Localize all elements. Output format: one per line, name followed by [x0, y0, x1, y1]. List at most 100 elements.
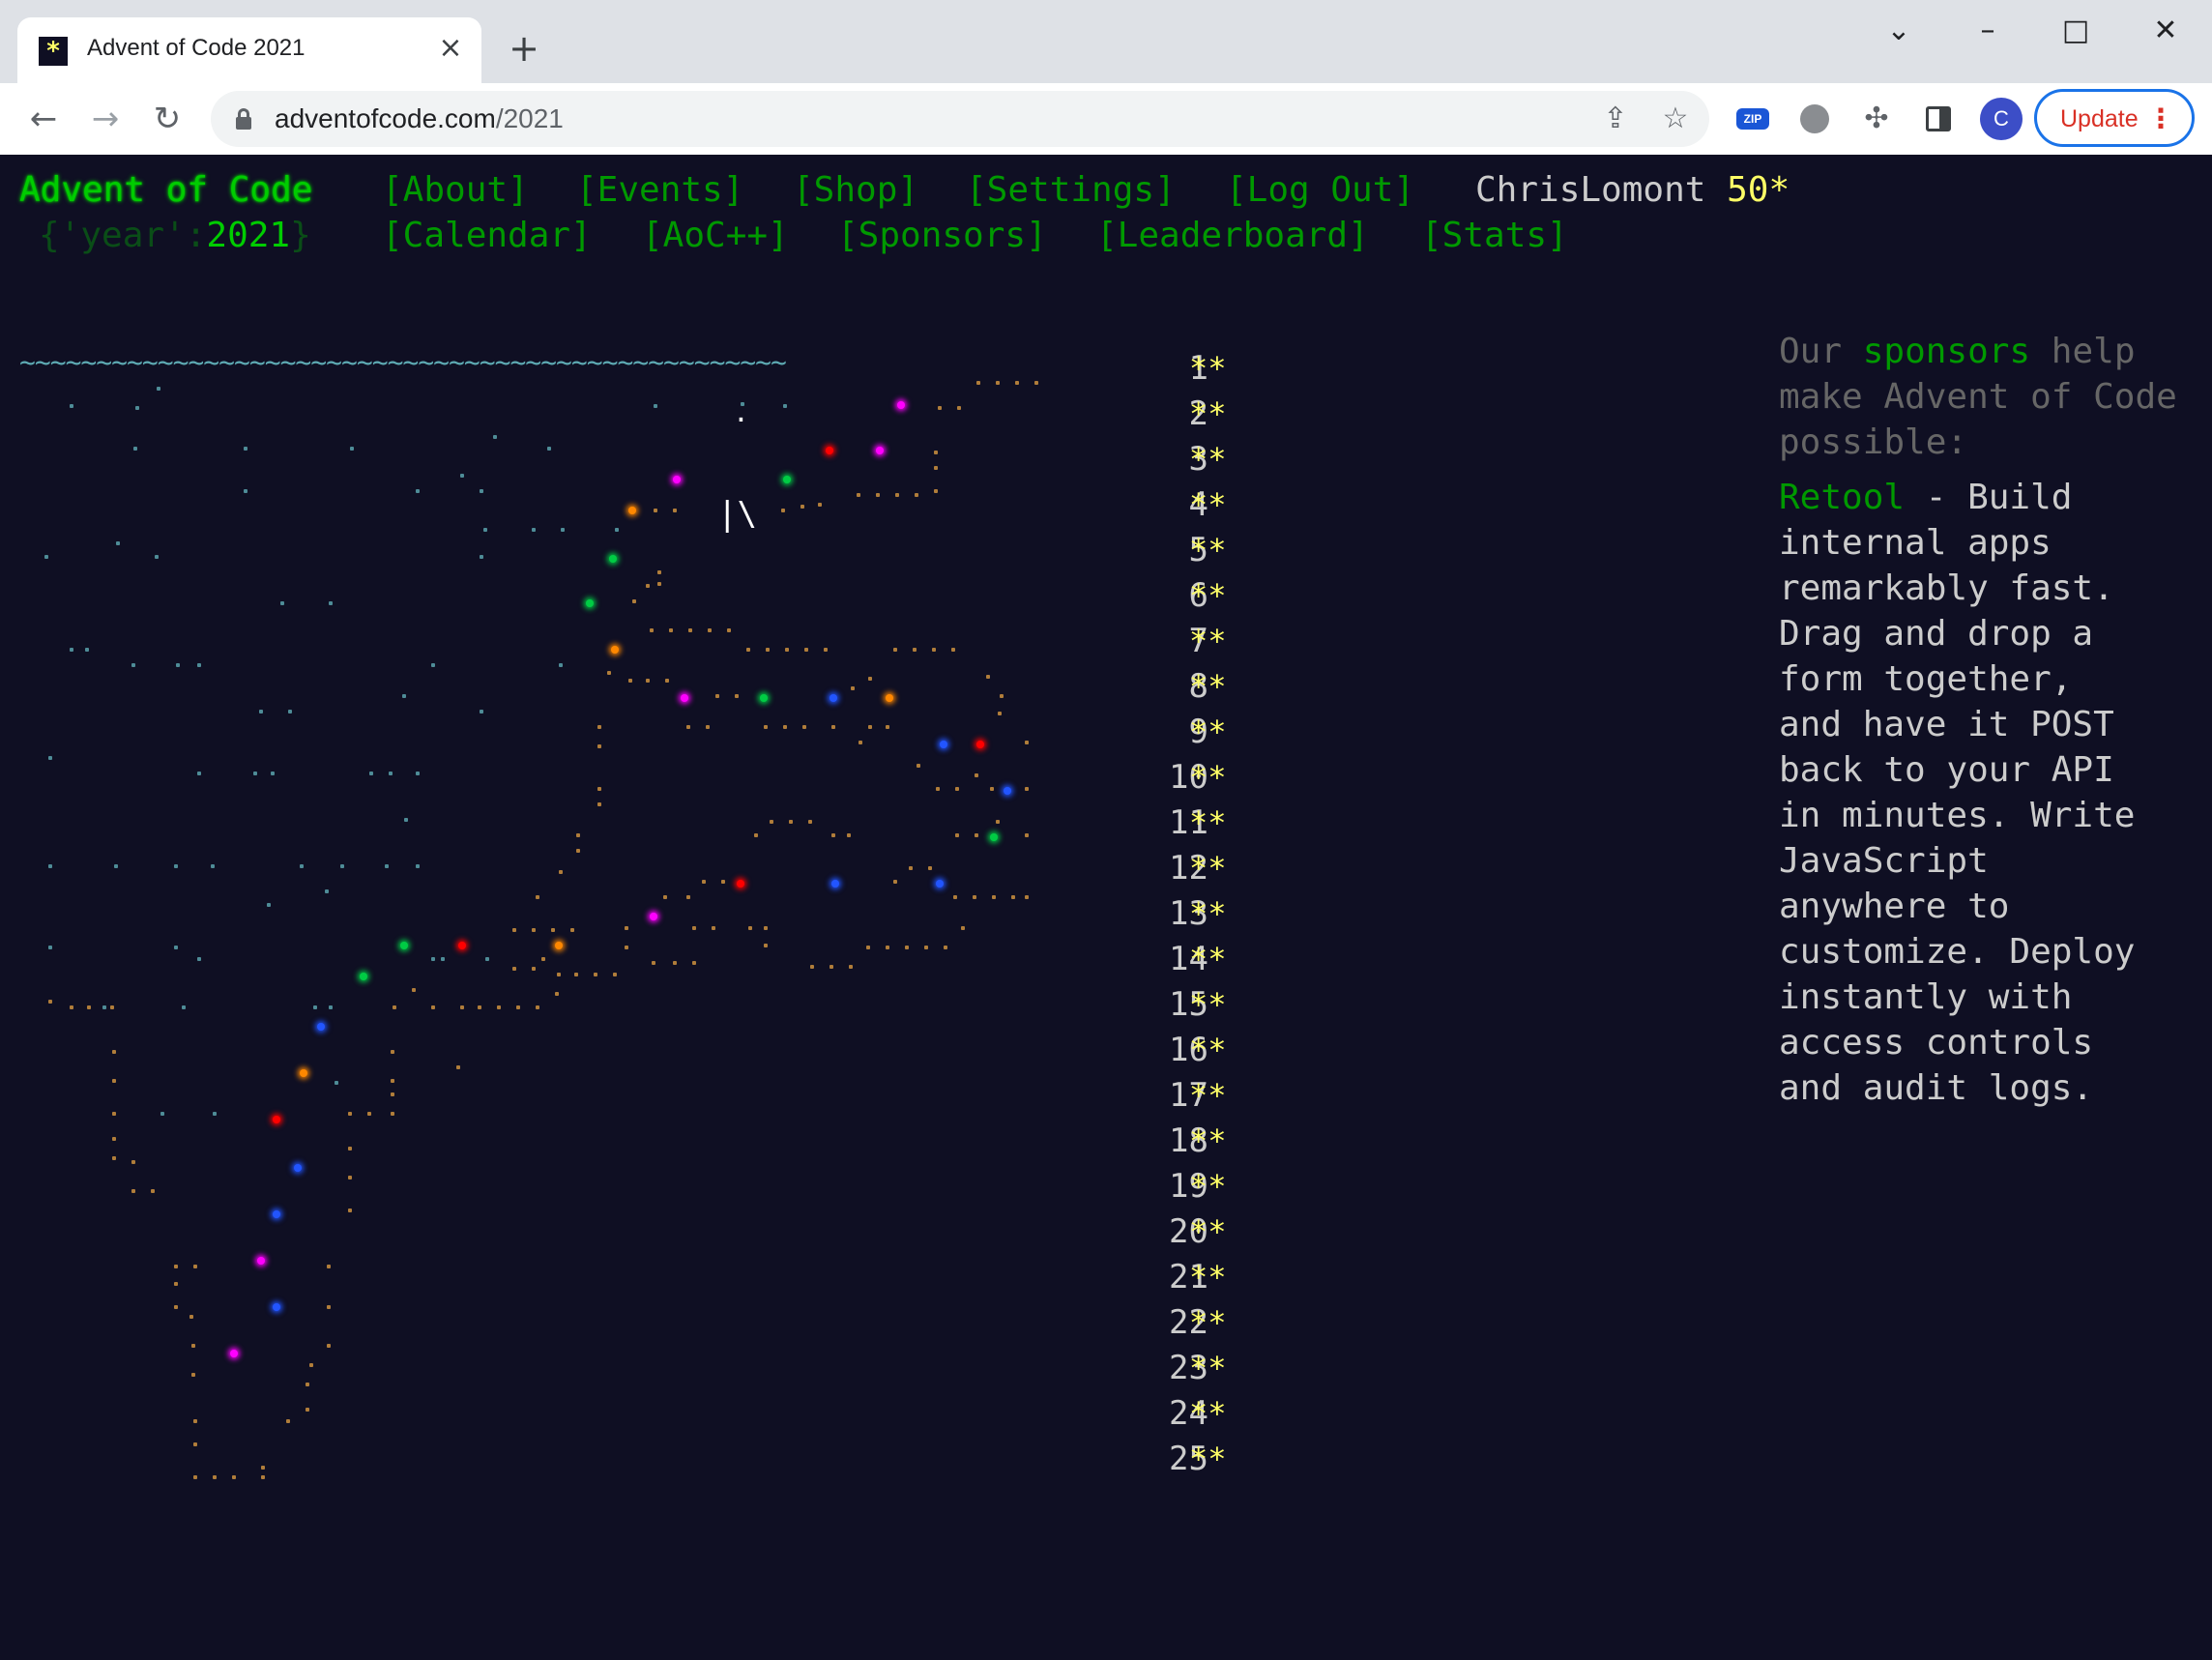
nav-stats[interactable]: [Stats] — [1421, 216, 1568, 255]
nav-leaderboard[interactable]: [Leaderboard] — [1096, 216, 1369, 255]
sponsor-name-link[interactable]: Retool — [1779, 478, 1905, 517]
share-icon[interactable]: ⇪ — [1595, 99, 1636, 139]
sponsor-text-0: - Build — [1905, 478, 2073, 517]
forward-arrow-icon[interactable]: → — [83, 97, 128, 141]
calendar-day-13[interactable]: 13 ** — [19, 891, 1257, 937]
calendar-day-8[interactable]: 8 ** — [19, 664, 1257, 710]
sponsor-text-11: instantly with — [1779, 977, 2073, 1017]
user-star-count: 50* — [1727, 170, 1790, 210]
sponsor-line-1: Retool - Build — [1779, 475, 2185, 520]
tab-search-chevron-icon[interactable]: ⌄ — [1877, 12, 1920, 50]
event-suffix: } — [290, 216, 311, 255]
event-year: 2021 — [206, 216, 291, 255]
extensions-puzzle-icon[interactable]: ✣ — [1854, 97, 1899, 141]
calendar-day-22[interactable]: 22 ** — [19, 1300, 1257, 1346]
sponsor-text-10: customize. Deploy — [1779, 932, 2136, 972]
calendar-day-7[interactable]: 7 ** — [19, 619, 1257, 664]
day-stars: ** — [1189, 1259, 1227, 1296]
close-window-icon[interactable]: ✕ — [2144, 12, 2187, 50]
update-button[interactable]: Update ⋮ — [2034, 89, 2195, 147]
browser-tab[interactable]: * Advent of Code 2021 × — [17, 17, 481, 83]
nav-aocplusplus[interactable]: [AoC++] — [642, 216, 789, 255]
day-stars: ** — [1189, 350, 1227, 387]
calendar-day-23[interactable]: 23 ** — [19, 1346, 1257, 1391]
lock-icon[interactable] — [236, 108, 251, 130]
profile-avatar[interactable]: C — [1980, 98, 2023, 140]
calendar-day-20[interactable]: 20 ** — [19, 1209, 1257, 1255]
browser-toolbar: ← → ↻ adventofcode.com/2021 ⇪ ☆ ZIP ✣ C … — [0, 83, 2212, 155]
star-favicon-icon: * — [39, 37, 68, 66]
calendar-day-19[interactable]: 19 ** — [19, 1164, 1257, 1209]
day-stars: ** — [1189, 486, 1227, 523]
maximize-icon[interactable]: □ — [2054, 12, 2097, 50]
back-arrow-icon[interactable]: ← — [21, 97, 66, 141]
sponsor-text-7: in minutes. Write — [1779, 796, 2136, 835]
zip-extension-icon[interactable]: ZIP — [1736, 108, 1769, 130]
url-text[interactable]: adventofcode.com/2021 — [275, 103, 564, 134]
sponsor-text-12: access controls — [1779, 1023, 2094, 1063]
calendar-day-5[interactable]: 5 ** — [19, 528, 1257, 573]
calendar-day-6[interactable]: 6 ** — [19, 573, 1257, 619]
sponsor-entry: Retool - Build internal apps remarkably … — [1779, 475, 2185, 1111]
day-stars: ** — [1189, 623, 1227, 659]
calendar-day-1[interactable]: 1 ** — [19, 346, 1257, 392]
day-stars: ** — [1189, 1304, 1227, 1341]
calendar-day-11[interactable]: 11 ** — [19, 801, 1257, 846]
speech-extension-icon[interactable] — [1800, 104, 1829, 133]
calendar-day-10[interactable]: 10 ** — [19, 755, 1257, 801]
side-panel-icon[interactable] — [1916, 97, 1961, 141]
nav-sponsors[interactable]: [Sponsors] — [837, 216, 1047, 255]
day-stars: ** — [1189, 850, 1227, 887]
day-stars: ** — [1189, 1077, 1227, 1114]
day-stars: ** — [1189, 759, 1227, 796]
calendar-day-2[interactable]: 2 ** — [19, 392, 1257, 437]
update-label: Update — [2060, 105, 2139, 132]
calendar-day-25[interactable]: 25 ** — [19, 1437, 1257, 1482]
address-bar[interactable]: adventofcode.com/2021 ⇪ ☆ — [211, 91, 1709, 147]
site-title[interactable]: Advent of Code — [19, 170, 312, 210]
calendar-day-14[interactable]: 14 ** — [19, 937, 1257, 982]
tab-title: Advent of Code 2021 — [87, 35, 306, 61]
calendar-day-24[interactable]: 24 ** — [19, 1391, 1257, 1437]
sponsor-text-5: and have it POST — [1779, 705, 2114, 744]
nav-shop[interactable]: [Shop] — [793, 170, 918, 210]
calendar-day-17[interactable]: 17 ** — [19, 1073, 1257, 1119]
day-stars: ** — [1189, 1441, 1227, 1477]
sponsor-intro-before: Our — [1779, 332, 1843, 371]
nav-settings[interactable]: [Settings] — [966, 170, 1176, 210]
sponsors-link[interactable]: sponsors — [1863, 332, 2030, 371]
sponsor-text-1: internal apps — [1779, 523, 2052, 563]
new-tab-icon[interactable]: + — [503, 27, 545, 70]
aoc-page: Advent of Code {'year':2021} [About] [Ev… — [0, 155, 2212, 1660]
more-menu-icon[interactable]: ⋮ — [2147, 100, 2174, 138]
calendar-day-21[interactable]: 21 ** — [19, 1255, 1257, 1300]
day-stars: ** — [1189, 532, 1227, 568]
calendar-day-15[interactable]: 15 ** — [19, 982, 1257, 1028]
day-stars: ** — [1189, 1032, 1227, 1068]
bookmark-star-icon[interactable]: ☆ — [1655, 99, 1696, 139]
nav-about[interactable]: [About] — [382, 170, 529, 210]
user-name: ChrisLomont — [1475, 170, 1706, 210]
event-title[interactable]: {'year':2021} — [39, 216, 311, 255]
nav-calendar[interactable]: [Calendar] — [382, 216, 592, 255]
day-stars: ** — [1189, 577, 1227, 614]
calendar-day-3[interactable]: 3 ** — [19, 437, 1257, 482]
day-stars: ** — [1189, 714, 1227, 750]
calendar-day-16[interactable]: 16 ** — [19, 1028, 1257, 1073]
sponsor-text-13: and audit logs. — [1779, 1068, 2094, 1108]
calendar-day-18[interactable]: 18 ** — [19, 1119, 1257, 1164]
sponsor-text-8: JavaScript — [1779, 841, 1989, 881]
reload-icon[interactable]: ↻ — [145, 97, 189, 141]
sponsor-text-9: anywhere to — [1779, 887, 2010, 926]
close-tab-icon[interactable]: × — [433, 31, 468, 66]
nav-events[interactable]: [Events] — [576, 170, 743, 210]
sponsor-text-4: form together, — [1779, 659, 2073, 699]
event-prefix: {'year': — [39, 216, 207, 255]
calendar-day-12[interactable]: 12 ** — [19, 846, 1257, 891]
day-stars: ** — [1189, 941, 1227, 977]
calendar-day-4[interactable]: 4 ** — [19, 482, 1257, 528]
calendar-day-9[interactable]: 9 ** — [19, 710, 1257, 755]
day-stars: ** — [1189, 1213, 1227, 1250]
nav-log-out[interactable]: [Log Out] — [1226, 170, 1414, 210]
minimize-icon[interactable]: – — [1966, 12, 2009, 50]
